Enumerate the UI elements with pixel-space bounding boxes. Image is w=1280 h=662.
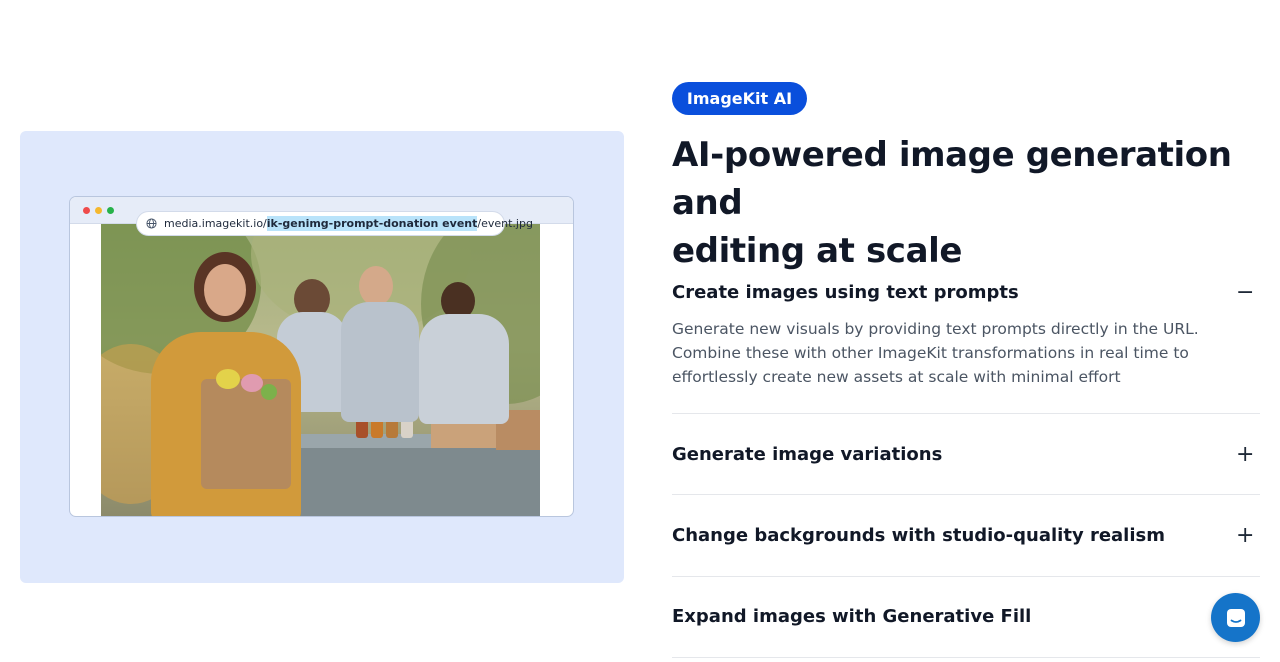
accordion-divider bbox=[672, 576, 1260, 577]
globe-icon bbox=[146, 218, 157, 229]
accordion-divider bbox=[672, 657, 1260, 658]
accordion-item-image-variations[interactable]: Generate image variations + bbox=[672, 444, 1260, 468]
expand-plus-icon[interactable]: + bbox=[1236, 525, 1254, 547]
accordion-divider bbox=[672, 494, 1260, 495]
imagekit-ai-badge: ImageKit AI bbox=[672, 82, 807, 115]
accordion-item-create-images[interactable]: Create images using text prompts − Gener… bbox=[672, 282, 1260, 402]
window-close-dot bbox=[83, 207, 90, 214]
collapse-minus-icon[interactable]: − bbox=[1236, 282, 1254, 304]
url-bar: media.imagekit.io/ik-genimg-prompt-donat… bbox=[136, 211, 533, 236]
page-title-line1: AI-powered image generation and bbox=[672, 135, 1232, 223]
accordion-item-generative-fill[interactable]: Expand images with Generative Fill bbox=[672, 606, 1260, 630]
page-title-line2: editing at scale bbox=[672, 231, 963, 271]
accordion-description: Generate new visuals by providing text p… bbox=[672, 320, 1199, 386]
accordion-item-change-backgrounds[interactable]: Change backgrounds with studio-quality r… bbox=[672, 525, 1260, 549]
accordion-title[interactable]: Create images using text prompts bbox=[672, 282, 1019, 303]
chat-launcher-button[interactable] bbox=[1211, 593, 1260, 642]
event-photo bbox=[101, 224, 540, 516]
page-title: AI-powered image generation and editing … bbox=[672, 131, 1272, 275]
expand-plus-icon[interactable]: + bbox=[1236, 444, 1254, 466]
accordion-title[interactable]: Change backgrounds with studio-quality r… bbox=[672, 525, 1165, 546]
accordion-divider bbox=[672, 413, 1260, 414]
url-transform-highlight: ik-genimg-prompt-donation event bbox=[266, 216, 478, 231]
illustration-panel: media.imagekit.io/ik-genimg-prompt-donat… bbox=[20, 131, 624, 583]
accordion-title[interactable]: Expand images with Generative Fill bbox=[672, 606, 1031, 627]
window-maximize-dot bbox=[107, 207, 114, 214]
browser-mockup: media.imagekit.io/ik-genimg-prompt-donat… bbox=[69, 196, 574, 517]
chat-icon bbox=[1226, 608, 1245, 627]
accordion-title[interactable]: Generate image variations bbox=[672, 444, 942, 465]
url-suffix: /event.jpg bbox=[477, 217, 533, 230]
url-prefix: media.imagekit.io/ bbox=[164, 217, 267, 230]
window-minimize-dot bbox=[95, 207, 102, 214]
